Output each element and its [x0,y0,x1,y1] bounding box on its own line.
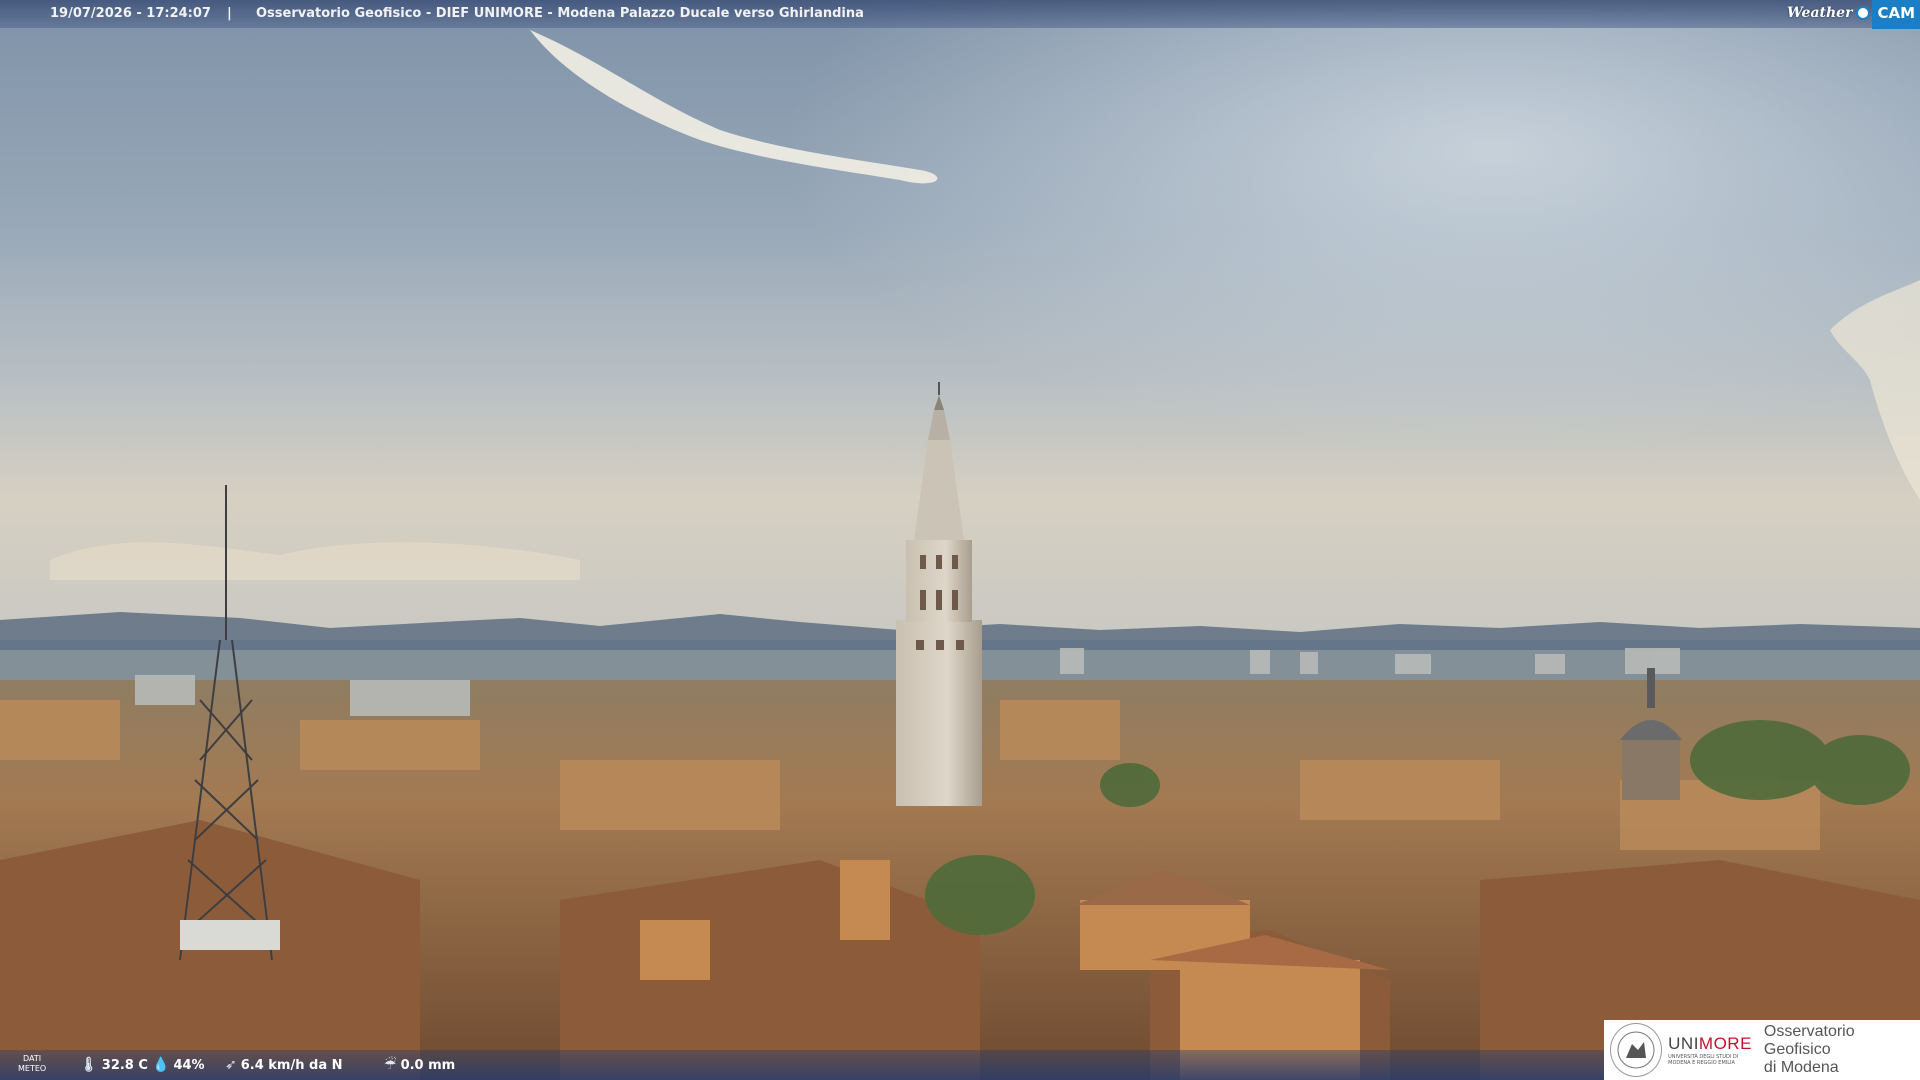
wind-reading: ➶ 6.4 km/h da N [225,1057,343,1073]
unimore-logo: UNIMORE UNIVERSITÀ DEGLI STUDI DI MODENA… [1604,1020,1920,1080]
top-info-bar: 19/07/2026 - 17:24:07 | Osservatorio Geo… [0,0,1920,29]
observatory-name: Osservatorio Geofisico di Modena [1763,1023,1855,1076]
wind-sock-icon: ➶ [225,1057,237,1073]
camera-lens-icon [1856,6,1871,20]
camera-title: Osservatorio Geofisico - DIEF UNIMORE - … [256,6,864,21]
timestamp: 19/07/2026 - 17:24:07 [50,6,211,21]
humidity-drop-icon: 💧 [152,1057,170,1073]
humidity-reading: 💧 44% [152,1057,205,1073]
weathercam-weather-text: Weather [1786,5,1853,21]
unimore-wordmark: UNIMORE UNIVERSITÀ DEGLI STUDI DI MODENA… [1668,1034,1752,1066]
thermometer-icon: 🌡 [80,1057,98,1073]
rain-gauge-icon: ☔ [384,1057,397,1073]
separator: | [227,6,232,21]
weathercam-cam-text: CAM [1872,0,1920,29]
webcam-photo [0,0,1920,1080]
weathercam-logo: Weather CAM [1786,0,1920,29]
university-seal-icon [1610,1023,1663,1077]
temperature-reading: 🌡 32.8 C [80,1057,148,1073]
weather-data-label: DATI METEO [18,1054,47,1073]
rain-reading: ☔ 0.0 mm [384,1057,456,1073]
weather-data-bar: DATI METEO 🌡 32.8 C 💧 44% ➶ 6.4 km/h da … [0,1050,1604,1080]
